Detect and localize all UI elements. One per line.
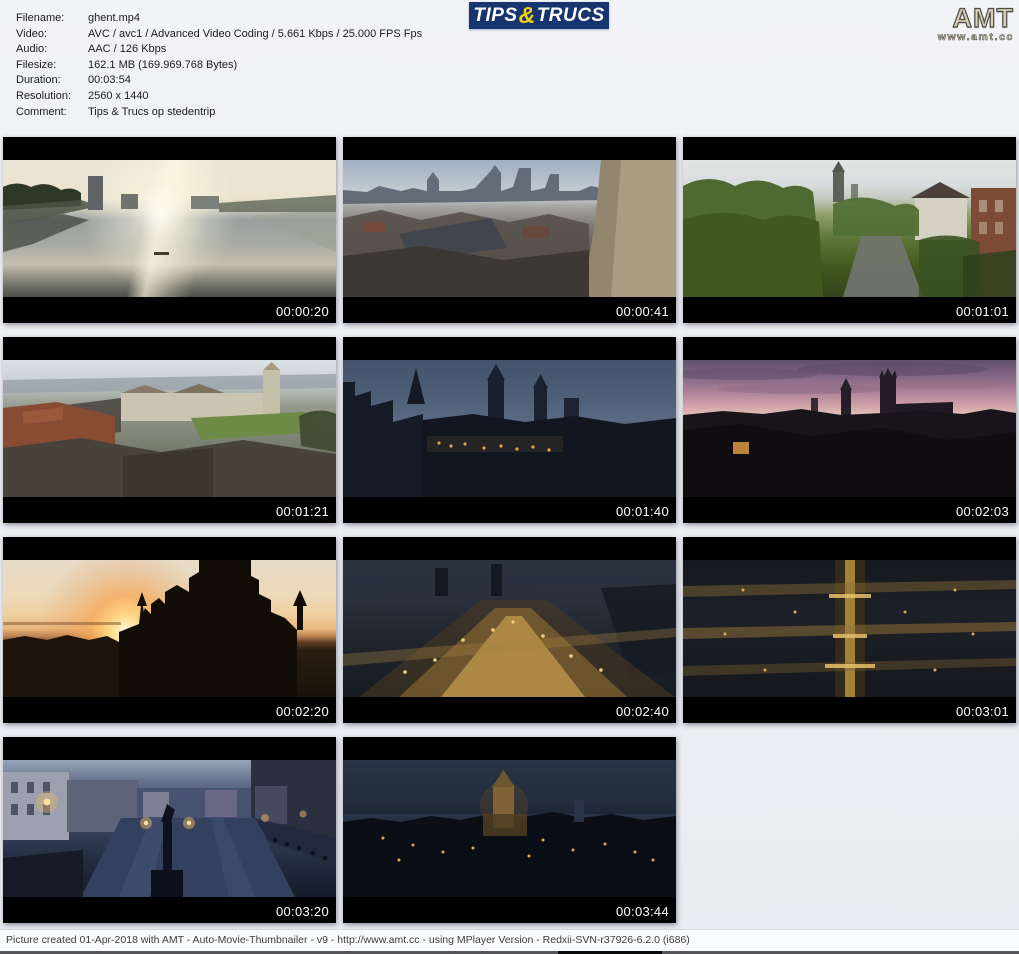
thumbnail-timestamp: 00:01:01 xyxy=(955,304,1009,319)
amt-logo-title: AMT xyxy=(952,3,1014,33)
metadata-row-filename: Filename: ghent.mp4 xyxy=(16,11,422,27)
video-thumbnail: 00:03:44 xyxy=(343,737,676,923)
metadata-value: 00:03:54 xyxy=(88,74,131,87)
video-thumbnail: 00:01:01 xyxy=(683,137,1016,323)
metadata-label: Duration: xyxy=(16,74,61,87)
thumbnail-timestamp: 00:01:40 xyxy=(615,504,669,519)
amt-logo-url: www.amt.cc xyxy=(937,31,1014,44)
video-thumbnail: 00:01:21 xyxy=(3,337,336,523)
metadata-label: Video: xyxy=(16,27,47,40)
footer-credit: Picture created 01-Apr-2018 with AMT - A… xyxy=(0,929,1019,951)
metadata-value: Tips & Trucs op stedentrip xyxy=(88,105,216,118)
metadata-row-audio: Audio: AAC / 126 Kbps xyxy=(16,42,422,58)
thumbnail-scene-art xyxy=(343,364,676,497)
video-thumbnail: 00:00:20 xyxy=(3,137,336,323)
metadata-row-filesize: Filesize: 162.1 MB (169.969.768 Bytes) xyxy=(16,58,422,74)
thumbnail-timestamp: 00:03:44 xyxy=(615,904,669,919)
footer-text: Picture created 01-Apr-2018 with AMT - A… xyxy=(6,934,690,946)
thumbnail-image xyxy=(683,160,1016,297)
metadata-label: Filesize: xyxy=(16,58,57,71)
video-thumbnail: 00:03:01 xyxy=(683,537,1016,723)
thumbnail-scene-art xyxy=(3,760,336,897)
metadata-row-resolution: Resolution: 2560 x 1440 xyxy=(16,89,422,105)
thumbnail-scene-art xyxy=(683,362,1016,497)
metadata-row-comment: Comment: Tips & Trucs op stedentrip xyxy=(16,105,422,121)
tips-trucs-logo-tips: TIPS xyxy=(473,4,518,26)
thumbnail-timestamp: 00:02:20 xyxy=(275,704,329,719)
thumbnail-scene-art xyxy=(343,560,676,697)
thumbnail-timestamp: 00:00:20 xyxy=(275,304,329,319)
thumbnail-image xyxy=(3,760,336,897)
thumbnail-timestamp: 00:01:21 xyxy=(275,504,329,519)
thumbnail-image xyxy=(3,360,336,497)
thumbnail-timestamp: 00:02:40 xyxy=(615,704,669,719)
tips-trucs-logo-trucs: TRUCS xyxy=(536,4,605,26)
video-thumbnail: 00:02:03 xyxy=(683,337,1016,523)
thumbnail-scene-art xyxy=(683,161,1016,297)
metadata-label: Resolution: xyxy=(16,89,72,102)
amt-logo: AMT www.amt.cc xyxy=(937,3,1014,44)
thumbnail-image xyxy=(683,360,1016,497)
thumbnail-scene-art xyxy=(3,362,336,497)
tips-trucs-logo-ampersand: & xyxy=(518,2,536,28)
metadata-label: Audio: xyxy=(16,43,48,56)
thumbnail-image xyxy=(343,360,676,497)
thumbnail-timestamp: 00:00:41 xyxy=(615,304,669,319)
thumbnail-scene-art xyxy=(343,770,676,897)
metadata-row-video: Video: AVC / avc1 / Advanced Video Codin… xyxy=(16,27,422,43)
tips-trucs-logo: TIPS & TRUCS xyxy=(469,2,609,29)
video-thumbnail: 00:00:41 xyxy=(343,137,676,323)
thumbnail-image xyxy=(343,760,676,897)
thumbnail-image xyxy=(683,560,1016,697)
metadata-value: AVC / avc1 / Advanced Video Coding / 5.6… xyxy=(88,27,423,40)
video-thumbnail: 00:02:20 xyxy=(3,537,336,723)
metadata-panel: Filename: ghent.mp4 Video: AVC / avc1 / … xyxy=(16,11,422,120)
thumbnail-timestamp: 00:03:01 xyxy=(955,704,1009,719)
metadata-value: AAC / 126 Kbps xyxy=(88,43,167,56)
metadata-label: Filename: xyxy=(16,12,65,24)
thumbnail-scene-art xyxy=(343,160,676,297)
thumbnail-scene-art xyxy=(683,560,1016,697)
metadata-value: 2560 x 1440 xyxy=(88,89,149,102)
video-thumbnail: 00:03:20 xyxy=(3,737,336,923)
metadata-value: 162.1 MB (169.969.768 Bytes) xyxy=(88,58,238,71)
metadata-row-duration: Duration: 00:03:54 xyxy=(16,73,422,89)
thumbnail-image xyxy=(3,560,336,697)
metadata-label: Comment: xyxy=(16,105,67,118)
video-thumbnail: 00:01:40 xyxy=(343,337,676,523)
video-thumbnail: 00:02:40 xyxy=(343,537,676,723)
thumbnail-scene-art xyxy=(3,560,307,697)
thumbnail-scene-art xyxy=(3,176,336,255)
thumbnail-image xyxy=(343,160,676,297)
thumbnail-image xyxy=(343,560,676,697)
thumbnail-image xyxy=(3,160,336,297)
metadata-value: ghent.mp4 xyxy=(88,12,140,24)
thumbnail-timestamp: 00:02:03 xyxy=(955,504,1009,519)
thumbnail-timestamp: 00:03:20 xyxy=(275,904,329,919)
